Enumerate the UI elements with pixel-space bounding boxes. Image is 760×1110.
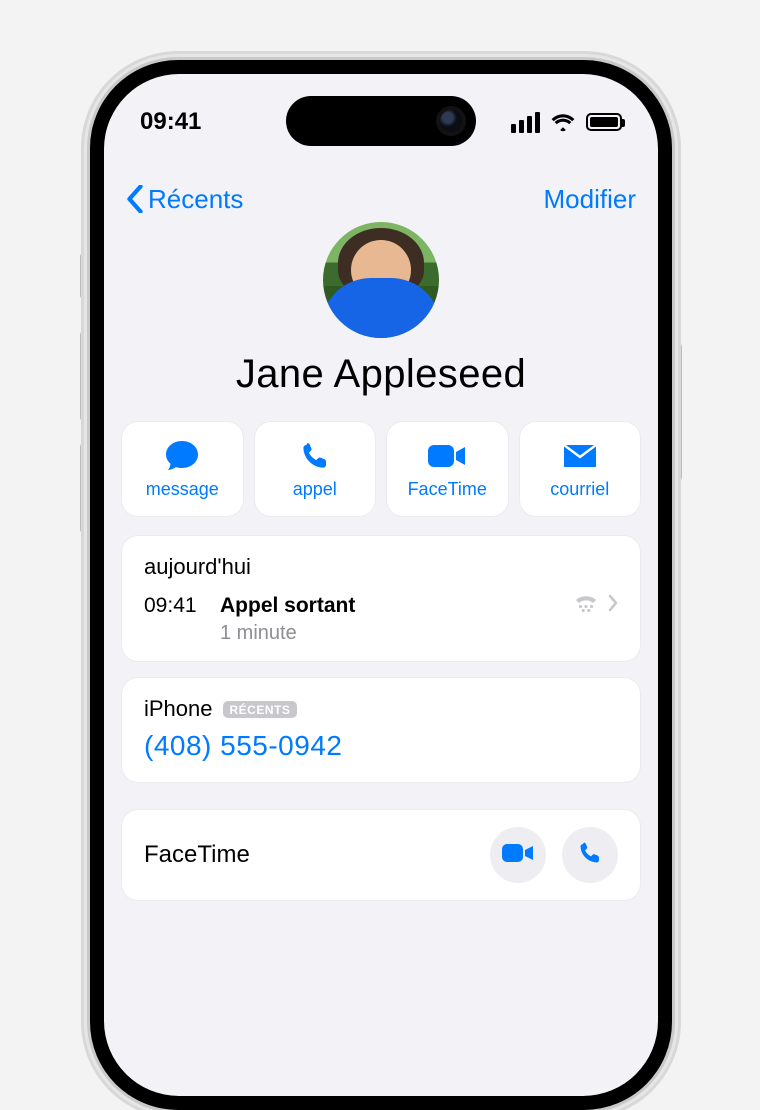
mail-button[interactable]: courriel	[520, 422, 641, 516]
facetime-video-button[interactable]	[490, 827, 546, 883]
navigation-bar: Récents Modifier	[104, 174, 658, 224]
back-button[interactable]: Récents	[126, 184, 243, 215]
phone-number: (408) 555-0942	[144, 730, 618, 762]
chevron-right-icon	[608, 594, 618, 612]
message-icon	[163, 438, 201, 474]
phone-icon	[577, 840, 603, 871]
phone-number-card[interactable]: iPhone RÉCENTS (408) 555-0942	[122, 678, 640, 782]
video-icon	[427, 438, 467, 474]
call-button[interactable]: appel	[255, 422, 376, 516]
facetime-audio-button[interactable]	[562, 827, 618, 883]
recent-calls-card: aujourd'hui 09:41 Appel sortant 1 minute	[122, 536, 640, 661]
contact-avatar[interactable]	[323, 222, 439, 338]
recent-call-row[interactable]: 09:41 Appel sortant 1 minute	[144, 594, 618, 645]
phone-icon	[299, 438, 331, 474]
status-bar: 09:41	[104, 100, 658, 144]
tty-icon	[574, 594, 598, 612]
recent-badge: RÉCENTS	[223, 701, 298, 718]
mail-icon	[562, 438, 598, 474]
call-label: appel	[293, 479, 337, 500]
call-duration: 1 minute	[220, 622, 355, 645]
contact-name: Jane Appleseed	[236, 352, 526, 397]
phone-frame: 09:41	[90, 60, 672, 1110]
cellular-signal-icon	[511, 112, 540, 133]
mail-label: courriel	[550, 479, 609, 500]
message-label: message	[146, 479, 219, 500]
facetime-label: FaceTime	[408, 479, 487, 500]
recent-section-title: aujourd'hui	[144, 554, 618, 580]
message-button[interactable]: message	[122, 422, 243, 516]
status-time: 09:41	[140, 108, 201, 136]
chevron-left-icon	[126, 185, 144, 213]
contact-actions: message appel	[122, 422, 640, 516]
contact-header: Jane Appleseed	[104, 222, 658, 397]
wifi-icon	[550, 112, 576, 132]
facetime-button[interactable]: FaceTime	[387, 422, 508, 516]
screen: 09:41	[104, 74, 658, 1096]
facetime-title: FaceTime	[144, 841, 250, 869]
back-label: Récents	[148, 184, 243, 215]
battery-icon	[586, 113, 622, 131]
video-icon	[502, 843, 534, 868]
call-time: 09:41	[144, 594, 206, 645]
call-type: Appel sortant	[220, 594, 355, 618]
facetime-card: FaceTime	[122, 810, 640, 900]
edit-button[interactable]: Modifier	[544, 184, 636, 215]
phone-label: iPhone	[144, 696, 213, 722]
